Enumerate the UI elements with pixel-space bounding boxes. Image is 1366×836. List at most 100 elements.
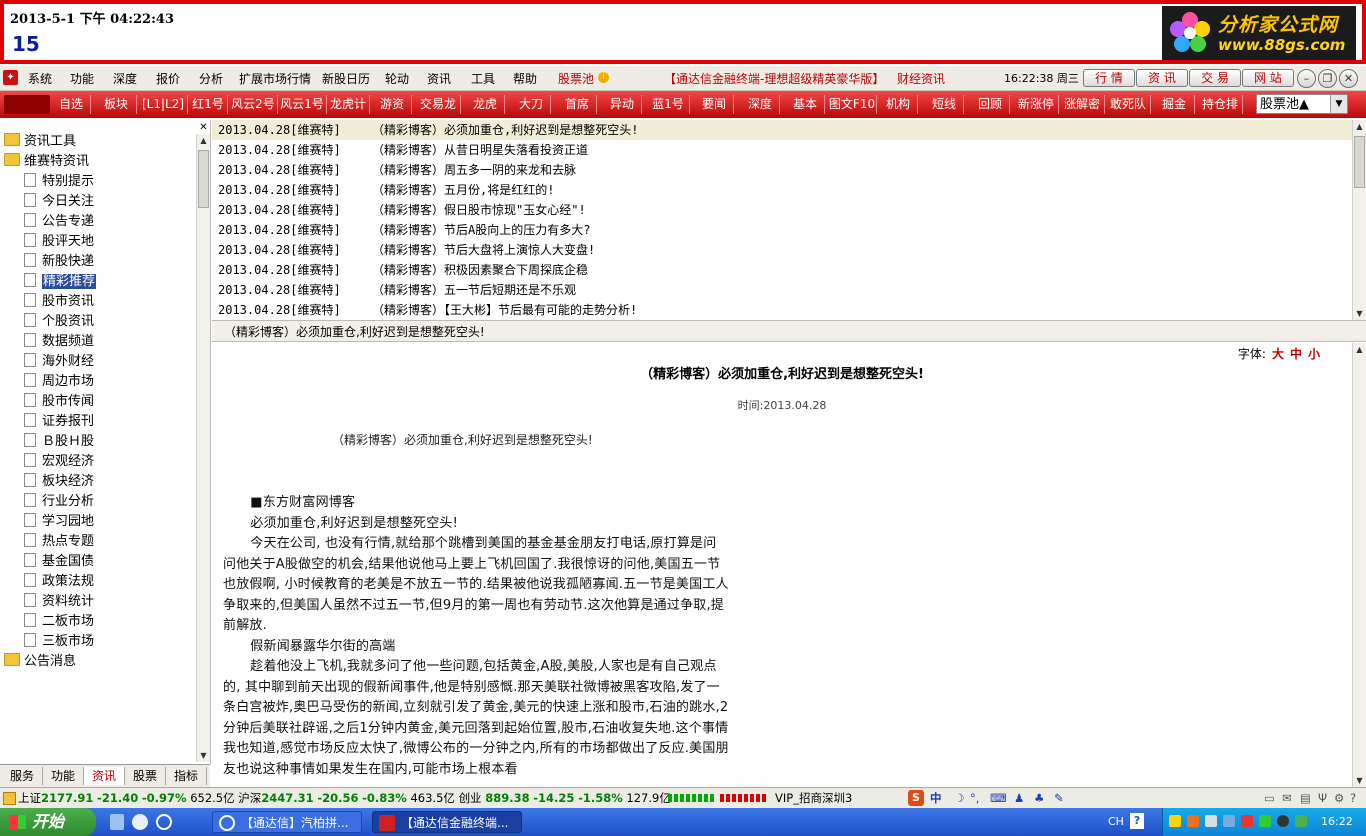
nav-quote-button[interactable]: 行 情 bbox=[1083, 69, 1135, 87]
menu-system[interactable]: 系统 bbox=[28, 70, 52, 87]
logo[interactable]: 分析家公式网 www.88gs.com bbox=[1162, 6, 1356, 60]
toolbar-dadao[interactable]: 大刀 bbox=[512, 95, 551, 114]
tree-item[interactable]: 基金国债 bbox=[24, 552, 94, 572]
tray-chat-icon[interactable] bbox=[1169, 815, 1181, 827]
skin-icon[interactable]: ♣ bbox=[1034, 788, 1044, 808]
menu-tools[interactable]: 工具 bbox=[471, 70, 495, 87]
tree-folder[interactable]: 资讯工具 bbox=[4, 132, 76, 152]
article-scrollbar[interactable]: ▲ ▼ bbox=[1352, 343, 1366, 787]
tree-item[interactable]: 数据频道 bbox=[24, 332, 94, 352]
headline-row[interactable]: 2013.04.28[维赛特] （精彩博客）从昔日明星失落看投资正道 bbox=[218, 140, 588, 160]
toolbar-shouxi[interactable]: 首席 bbox=[558, 95, 597, 114]
chevron-down-icon[interactable]: ▼ bbox=[1330, 95, 1347, 113]
headline-row[interactable]: 2013.04.28[维赛特] （精彩博客）五一节后短期还是不乐观 bbox=[218, 280, 576, 300]
quicklaunch-explorer-icon[interactable] bbox=[110, 814, 124, 830]
font-small-button[interactable]: 小 bbox=[1308, 347, 1320, 361]
quicklaunch-browser-icon[interactable] bbox=[132, 814, 148, 830]
toolbar-longhuji[interactable]: 龙虎计 bbox=[327, 95, 370, 114]
toolbar-l1l2[interactable]: [L1|L2] bbox=[139, 95, 188, 114]
toolbar-yaowen[interactable]: 要闻 bbox=[695, 95, 734, 114]
ime-chinese-icon[interactable]: 中 bbox=[930, 788, 942, 808]
tree-item[interactable]: 宏观经济 bbox=[24, 452, 94, 472]
tree-item[interactable]: 热点专题 bbox=[24, 532, 94, 552]
wrench-icon[interactable]: ✎ bbox=[1054, 788, 1064, 808]
tree-item[interactable]: 新股快递 bbox=[24, 252, 94, 272]
moon-icon[interactable]: ☽ bbox=[954, 788, 964, 808]
toolbar-home-icon[interactable] bbox=[4, 95, 50, 114]
menu-help[interactable]: 帮助 bbox=[513, 70, 537, 87]
ime-help-icon[interactable]: ? bbox=[1130, 813, 1144, 829]
scroll-up-icon[interactable]: ▲ bbox=[1353, 343, 1366, 356]
headline-row[interactable]: 2013.04.28[维赛特] （精彩博客）必须加重仓,利好迟到是想整死空头! bbox=[212, 120, 1352, 140]
tree-item[interactable]: 股市资讯 bbox=[24, 292, 94, 312]
tree-item[interactable]: 公告专递 bbox=[24, 212, 94, 232]
menu-quote[interactable]: 报价 bbox=[156, 70, 180, 87]
settings-icon[interactable]: ⚙ bbox=[1334, 788, 1344, 808]
menu-analysis[interactable]: 分析 bbox=[199, 70, 223, 87]
stock-pool-dropdown[interactable]: 股票池▲ ▼ bbox=[1256, 94, 1348, 114]
status-folder-icon[interactable] bbox=[3, 792, 16, 805]
help-icon[interactable]: ? bbox=[1350, 788, 1356, 808]
toolbar-jigou[interactable]: 机构 bbox=[879, 95, 918, 114]
tree-item[interactable]: 证券报刊 bbox=[24, 412, 94, 432]
tab-function[interactable]: 功能 bbox=[43, 767, 84, 785]
toolbar-xinzhangting[interactable]: 新涨停 bbox=[1014, 95, 1059, 114]
scroll-up-icon[interactable]: ▲ bbox=[1353, 120, 1366, 133]
tree-item[interactable]: 资料统计 bbox=[24, 592, 94, 612]
tree-item[interactable]: 特别提示 bbox=[24, 172, 94, 192]
toolbar-sector[interactable]: 板块 bbox=[96, 95, 137, 114]
toolbar-watchlist[interactable]: 自选 bbox=[52, 95, 91, 114]
nav-trade-button[interactable]: 交 易 bbox=[1189, 69, 1241, 87]
menu-rotation[interactable]: 轮动 bbox=[385, 70, 409, 87]
tray-globe-icon[interactable] bbox=[1277, 815, 1289, 827]
scroll-down-icon[interactable]: ▼ bbox=[197, 749, 210, 762]
tray-flag-icon[interactable] bbox=[1187, 815, 1199, 827]
taskbar-window-2[interactable]: 【通达信金融终端... bbox=[372, 811, 522, 833]
toolbar-jiben[interactable]: 基本 bbox=[786, 95, 825, 114]
tree-item[interactable]: 行业分析 bbox=[24, 492, 94, 512]
toolbar-red1[interactable]: 红1号 bbox=[189, 95, 228, 114]
toolbar-chicangpai[interactable]: 持仓排 bbox=[1198, 95, 1243, 114]
tree-item[interactable]: 板块经济 bbox=[24, 472, 94, 492]
app-icon[interactable]: ✦ bbox=[3, 70, 18, 85]
keyboard-icon[interactable]: ⌨ bbox=[990, 788, 1007, 808]
tree-item[interactable]: 政策法规 bbox=[24, 572, 94, 592]
scroll-up-icon[interactable]: ▲ bbox=[197, 134, 210, 147]
tree-item[interactable]: Ｂ股Ｈ股 bbox=[24, 432, 94, 452]
tree-item[interactable]: 今日关注 bbox=[24, 192, 94, 212]
toolbar-yidong[interactable]: 异动 bbox=[603, 95, 642, 114]
headline-row[interactable]: 2013.04.28[维赛特] （精彩博客）【王大彬】节后最有可能的走势分析! bbox=[218, 300, 637, 320]
tree-item[interactable]: 学习园地 bbox=[24, 512, 94, 532]
tree-item[interactable]: 股市传闻 bbox=[24, 392, 94, 412]
tree-item[interactable]: 精彩推荐 bbox=[24, 272, 97, 292]
menu-ipo-calendar[interactable]: 新股日历 bbox=[322, 70, 370, 87]
tree-folder[interactable]: 维赛特资讯 bbox=[4, 152, 89, 172]
tray-speaker-icon[interactable] bbox=[1205, 815, 1217, 827]
tree-scroll-thumb[interactable] bbox=[198, 150, 209, 208]
minimize-icon[interactable]: – bbox=[1297, 69, 1316, 88]
toolbar-huigu[interactable]: 回顾 bbox=[971, 95, 1010, 114]
list-scrollbar[interactable]: ▲ ▼ bbox=[1352, 120, 1366, 320]
headline-row[interactable]: 2013.04.28[维赛特] （精彩博客）节后大盘将上演惊人大变盘! bbox=[218, 240, 595, 260]
headline-row[interactable]: 2013.04.28[维赛特] （精彩博客）周五多一阴的来龙和去脉 bbox=[218, 160, 576, 180]
headline-row[interactable]: 2013.04.28[维赛特] （精彩博客）节后A股向上的压力有多大? bbox=[218, 220, 590, 240]
menu-news[interactable]: 资讯 bbox=[427, 70, 451, 87]
tree-scrollbar[interactable]: ▲ ▼ bbox=[196, 134, 210, 762]
toolbar-gansidui[interactable]: 敢死队 bbox=[1106, 95, 1151, 114]
chart-icon[interactable]: ▤ bbox=[1300, 788, 1311, 808]
tab-service[interactable]: 服务 bbox=[2, 767, 43, 785]
tree-item[interactable]: 股评天地 bbox=[24, 232, 94, 252]
tray-update-icon[interactable] bbox=[1259, 815, 1271, 827]
tree-item[interactable]: 海外财经 bbox=[24, 352, 94, 372]
server-name[interactable]: VIP_招商深圳3 bbox=[775, 788, 852, 808]
tree-folder[interactable]: 公告消息 bbox=[4, 652, 76, 672]
list-scroll-thumb[interactable] bbox=[1354, 136, 1365, 188]
tree-item[interactable]: 个股资讯 bbox=[24, 312, 94, 332]
headline-row[interactable]: 2013.04.28[维赛特] （精彩博客）假日股市惊现"玉女心经"! bbox=[218, 200, 586, 220]
tree-item[interactable]: 三板市场 bbox=[24, 632, 94, 652]
close-icon[interactable]: ✕ bbox=[1339, 69, 1358, 88]
font-medium-button[interactable]: 中 bbox=[1290, 347, 1302, 361]
toolbar-blue1[interactable]: 蓝1号 bbox=[647, 95, 690, 114]
tree-item[interactable]: 周边市场 bbox=[24, 372, 94, 392]
start-button[interactable]: 开始 bbox=[0, 808, 96, 836]
